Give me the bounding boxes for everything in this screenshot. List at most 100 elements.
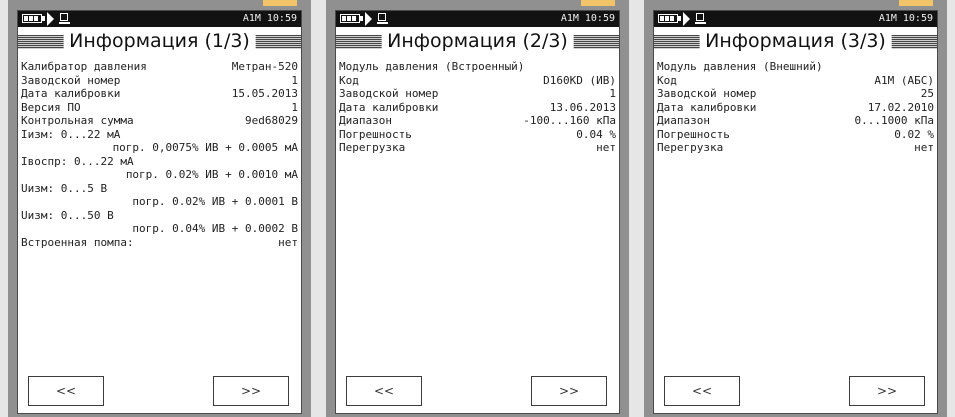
next-page-button[interactable]: >>	[213, 376, 289, 406]
info-row: Дата калибровки 17.02.2010	[657, 101, 934, 115]
info-value: Метран-520	[231, 60, 298, 73]
prev-page-button[interactable]: <<	[28, 376, 104, 406]
info-label: Код	[657, 73, 677, 87]
computer-link-icon	[377, 13, 388, 24]
status-time: A1M 10:59	[878, 13, 933, 24]
info-row: Код D160KD (ИВ)	[339, 74, 616, 88]
info-label: Код	[339, 73, 359, 87]
info-value: нет	[596, 141, 616, 154]
info-label: Дата калибровки	[21, 87, 121, 100]
spec-line: Iвоспр: 0...22 мА	[21, 154, 134, 168]
info-row: Диапазон -100...160 кПа	[339, 114, 616, 128]
info-value: -100...160 кПа	[523, 114, 616, 127]
info-value: A1M (АБС)	[874, 73, 934, 87]
info-content: Модуль давления (Внешний) Код A1M (АБС) З…	[657, 60, 934, 155]
info-row: Заводской номер 1	[339, 87, 616, 101]
housing-accent	[263, 0, 297, 6]
info-label: Перегрузка	[339, 141, 406, 154]
info-value: 15.05.2013	[231, 87, 298, 100]
section-header: Модуль давления (Внешний)	[657, 60, 823, 73]
battery-icon	[658, 14, 678, 23]
info-value: 1	[609, 87, 616, 100]
info-label: Погрешность	[657, 127, 730, 141]
info-label: Встроенная помпа:	[21, 235, 134, 249]
prev-page-button[interactable]: <<	[346, 376, 422, 406]
info-row: Заводской номер 1	[21, 74, 298, 88]
battery-tip-icon	[42, 16, 45, 21]
info-row: Диапазон 0...1000 кПа	[657, 114, 934, 128]
device-screen-1: A1M 10:59 Информация (1/3) Калибратор да…	[17, 10, 302, 414]
info-label: Версия ПО	[21, 100, 81, 114]
spec-line: Uизм: 0...50 В	[21, 208, 114, 222]
info-content: Модуль давления (Встроенный) Код D160KD (…	[339, 60, 616, 155]
prev-page-button[interactable]: <<	[664, 376, 740, 406]
info-value: 9ed68029	[245, 114, 298, 127]
spec-accuracy: погр. 0.02% ИВ + 0.0001 В	[132, 195, 298, 208]
info-row: Погрешность 0.02 %	[657, 128, 934, 142]
info-row: Дата калибровки 13.06.2013	[339, 101, 616, 115]
title-bar: Информация (2/3)	[336, 28, 619, 56]
info-row: Перегрузка нет	[657, 141, 934, 155]
battery-icon	[22, 14, 42, 23]
status-time: A1M 10:59	[560, 13, 615, 24]
spec-line: Uизм: 0...5 В	[21, 181, 108, 195]
info-value: 1	[291, 73, 298, 87]
housing-accent	[581, 0, 615, 6]
computer-link-icon	[695, 13, 706, 24]
info-label: Погрешность	[339, 127, 412, 141]
info-label: Перегрузка	[657, 141, 724, 154]
info-row: Заводской номер 25	[657, 87, 934, 101]
device-screen-3: A1M 10:59 Информация (3/3) Модуль давлен…	[653, 10, 938, 414]
info-label: Заводской номер	[339, 87, 439, 100]
status-time: A1M 10:59	[242, 13, 297, 24]
info-label: Диапазон	[657, 114, 710, 127]
page-title: Информация (2/3)	[381, 29, 574, 54]
status-bar: A1M 10:59	[336, 11, 619, 27]
info-value: нет	[278, 235, 298, 249]
info-row: Код A1M (АБС)	[657, 74, 934, 88]
battery-tip-icon	[678, 16, 681, 21]
info-row: Встроенная помпа: нет	[21, 236, 298, 250]
info-value: 1	[291, 100, 298, 114]
battery-tip-icon	[360, 16, 363, 21]
next-page-button[interactable]: >>	[531, 376, 607, 406]
info-row: Контрольная сумма 9ed68029	[21, 114, 298, 128]
battery-icon	[340, 14, 360, 23]
info-row: Версия ПО 1	[21, 101, 298, 115]
next-page-button[interactable]: >>	[849, 376, 925, 406]
info-label: Дата калибровки	[339, 100, 439, 114]
page-title: Информация (3/3)	[699, 29, 892, 54]
info-label: Контрольная сумма	[21, 114, 134, 127]
info-value: нет	[914, 141, 934, 154]
section-header: Модуль давления (Встроенный)	[339, 60, 525, 73]
info-value: 17.02.2010	[867, 100, 934, 114]
info-row: Погрешность 0.04 %	[339, 128, 616, 142]
info-row: Перегрузка нет	[339, 141, 616, 155]
info-value: 25	[920, 87, 934, 100]
info-row: Калибратор давления Метран-520	[21, 60, 298, 74]
info-row: Дата калибровки 15.05.2013	[21, 87, 298, 101]
device-panel-1: A1M 10:59 Информация (1/3) Калибратор да…	[8, 0, 311, 417]
spec-accuracy: погр. 0.02% ИВ + 0.0010 мА	[125, 168, 298, 181]
spec-line: Iизм: 0...22 мА	[21, 127, 121, 141]
device-panel-3: A1M 10:59 Информация (3/3) Модуль давлен…	[644, 0, 947, 417]
housing-accent	[899, 0, 933, 6]
title-bar: Информация (1/3)	[18, 28, 301, 56]
charging-arrow-icon	[47, 12, 54, 26]
info-label: Диапазон	[339, 114, 392, 127]
info-label: Калибратор давления	[21, 60, 147, 73]
status-bar: A1M 10:59	[18, 11, 301, 27]
spec-accuracy: погр. 0,0075% ИВ + 0.0005 мА	[112, 141, 298, 154]
info-value: 0.02 %	[894, 127, 934, 141]
info-label: Заводской номер	[21, 73, 121, 87]
charging-arrow-icon	[365, 12, 372, 26]
info-label: Заводской номер	[657, 87, 757, 100]
device-screen-2: A1M 10:59 Информация (2/3) Модуль давлен…	[335, 10, 620, 414]
device-panel-2: A1M 10:59 Информация (2/3) Модуль давлен…	[326, 0, 629, 417]
info-value: D160KD (ИВ)	[543, 73, 616, 87]
info-value: 0.04 %	[576, 127, 616, 141]
computer-link-icon	[59, 13, 70, 24]
spec-accuracy: погр. 0.04% ИВ + 0.0002 В	[132, 222, 298, 235]
status-bar: A1M 10:59	[654, 11, 937, 27]
page-title: Информация (1/3)	[63, 29, 256, 54]
